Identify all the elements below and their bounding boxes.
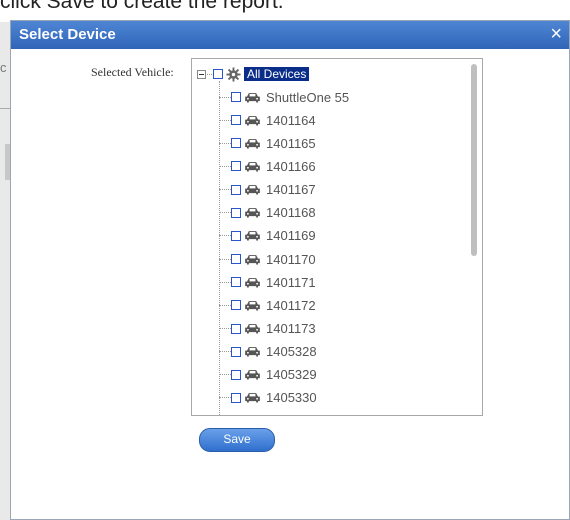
dialog-titlebar[interactable]: Select Device ×: [11, 21, 569, 49]
vehicle-label: 1401169: [266, 228, 316, 244]
tree-connector: [219, 351, 231, 353]
car-icon: [245, 393, 260, 403]
car-icon: [245, 254, 260, 265]
vehicle-label: 1401164: [266, 112, 316, 128]
tree-connector: [219, 328, 231, 329]
save-button[interactable]: Save: [199, 428, 275, 452]
car-icon: [245, 231, 260, 241]
vehicle-checkbox[interactable]: [231, 254, 241, 265]
vehicle-label: 1401173: [266, 321, 316, 336]
vehicle-label: 1401167: [266, 182, 316, 198]
vehicle-label: 1401168: [266, 205, 316, 221]
background-fragment: c: [0, 60, 7, 75]
vehicle-item[interactable]: 1401166: [219, 158, 316, 174]
car-icon: [245, 208, 260, 218]
vehicle-item[interactable]: 1401168: [219, 205, 316, 221]
tree-root-row[interactable]: All Devices: [197, 66, 310, 82]
select-device-dialog: Select Device × Selected Vehicle: All De…: [10, 20, 570, 520]
tree-connector: [219, 304, 231, 306]
gear-icon: [226, 66, 241, 82]
close-icon[interactable]: ×: [550, 23, 562, 45]
tree-connector: [219, 96, 231, 98]
tree-connector: [219, 212, 231, 214]
vehicle-label: 1401172: [266, 297, 316, 313]
vehicle-item[interactable]: 1401167: [219, 182, 316, 198]
background-page-header: click Save to create the report.: [0, 0, 570, 22]
dialog-title: Select Device: [19, 26, 116, 43]
all-devices-label[interactable]: All Devices: [244, 67, 310, 81]
vehicle-label: 1405329: [266, 367, 317, 383]
vehicle-checkbox[interactable]: [231, 369, 241, 380]
background-page-left: c: [0, 22, 10, 520]
vehicle-item[interactable]: 1405329: [219, 367, 317, 383]
vehicle-item[interactable]: 1401164: [219, 112, 316, 128]
vehicle-item[interactable]: 1405328: [219, 344, 317, 360]
vehicle-checkbox[interactable]: [231, 230, 241, 241]
background-instruction-text: click Save to create the report.: [0, 0, 284, 13]
tree-connector: [219, 374, 231, 376]
car-icon: [245, 115, 260, 126]
vehicle-item[interactable]: 1401170: [219, 251, 316, 267]
background-divider: [0, 108, 10, 109]
car-icon: [245, 300, 260, 311]
vehicle-checkbox[interactable]: [231, 346, 241, 357]
car-icon: [245, 324, 260, 334]
tree-connector: [219, 165, 231, 167]
all-devices-checkbox[interactable]: [213, 69, 223, 79]
vehicle-checkbox[interactable]: [231, 300, 241, 311]
vehicle-checkbox[interactable]: [231, 161, 241, 172]
tree-scrollbar[interactable]: [466, 59, 482, 415]
collapse-icon[interactable]: [197, 69, 206, 79]
vehicle-label: 1401170: [266, 251, 316, 267]
vehicle-item[interactable]: 1401173: [219, 321, 316, 337]
tree-connector: [219, 142, 231, 144]
vehicle-label: ShuttleOne 55: [266, 89, 350, 105]
tree-connector: [219, 281, 231, 283]
tree-connector: [219, 397, 231, 399]
tree-connector: [219, 119, 231, 121]
vehicle-checkbox[interactable]: [231, 115, 241, 126]
vehicle-label: 1401166: [266, 158, 316, 174]
car-icon: [245, 370, 260, 380]
tree-guide-line: [219, 81, 220, 415]
vehicle-item[interactable]: 1401165: [219, 135, 316, 151]
vehicle-label: 1401165: [266, 135, 316, 151]
vehicle-item[interactable]: 1401169: [219, 228, 316, 244]
vehicle-item[interactable]: 1405330: [219, 390, 317, 406]
vehicle-checkbox[interactable]: [231, 92, 241, 102]
vehicle-label: 1405328: [266, 344, 317, 360]
vehicle-checkbox[interactable]: [231, 277, 241, 288]
vehicle-checkbox[interactable]: [231, 138, 241, 149]
vehicle-checkbox[interactable]: [231, 207, 241, 218]
vehicle-tree[interactable]: All Devices ShuttleOne 55 1401164 140116…: [191, 58, 483, 416]
car-icon: [245, 277, 260, 288]
tree-connector: [219, 235, 231, 237]
vehicle-item[interactable]: 1401171: [219, 274, 316, 290]
car-icon: [245, 162, 260, 172]
tree-connector: [219, 258, 231, 260]
vehicle-label: 1401171: [266, 274, 316, 290]
car-icon: [245, 138, 260, 149]
vehicle-item[interactable]: 1401172: [219, 297, 316, 313]
tree-connector: [207, 73, 212, 75]
vehicle-checkbox[interactable]: [231, 392, 241, 403]
vehicle-checkbox[interactable]: [231, 323, 241, 334]
car-icon: [245, 92, 260, 103]
vehicle-checkbox[interactable]: [231, 184, 241, 195]
vehicle-label: 1405330: [266, 390, 317, 406]
car-icon: [245, 347, 260, 357]
tree-connector: [219, 189, 231, 191]
scrollbar-thumb[interactable]: [471, 64, 477, 256]
selected-vehicle-label: Selected Vehicle:: [91, 65, 174, 79]
vehicle-item[interactable]: ShuttleOne 55: [219, 89, 349, 105]
car-icon: [245, 185, 260, 195]
